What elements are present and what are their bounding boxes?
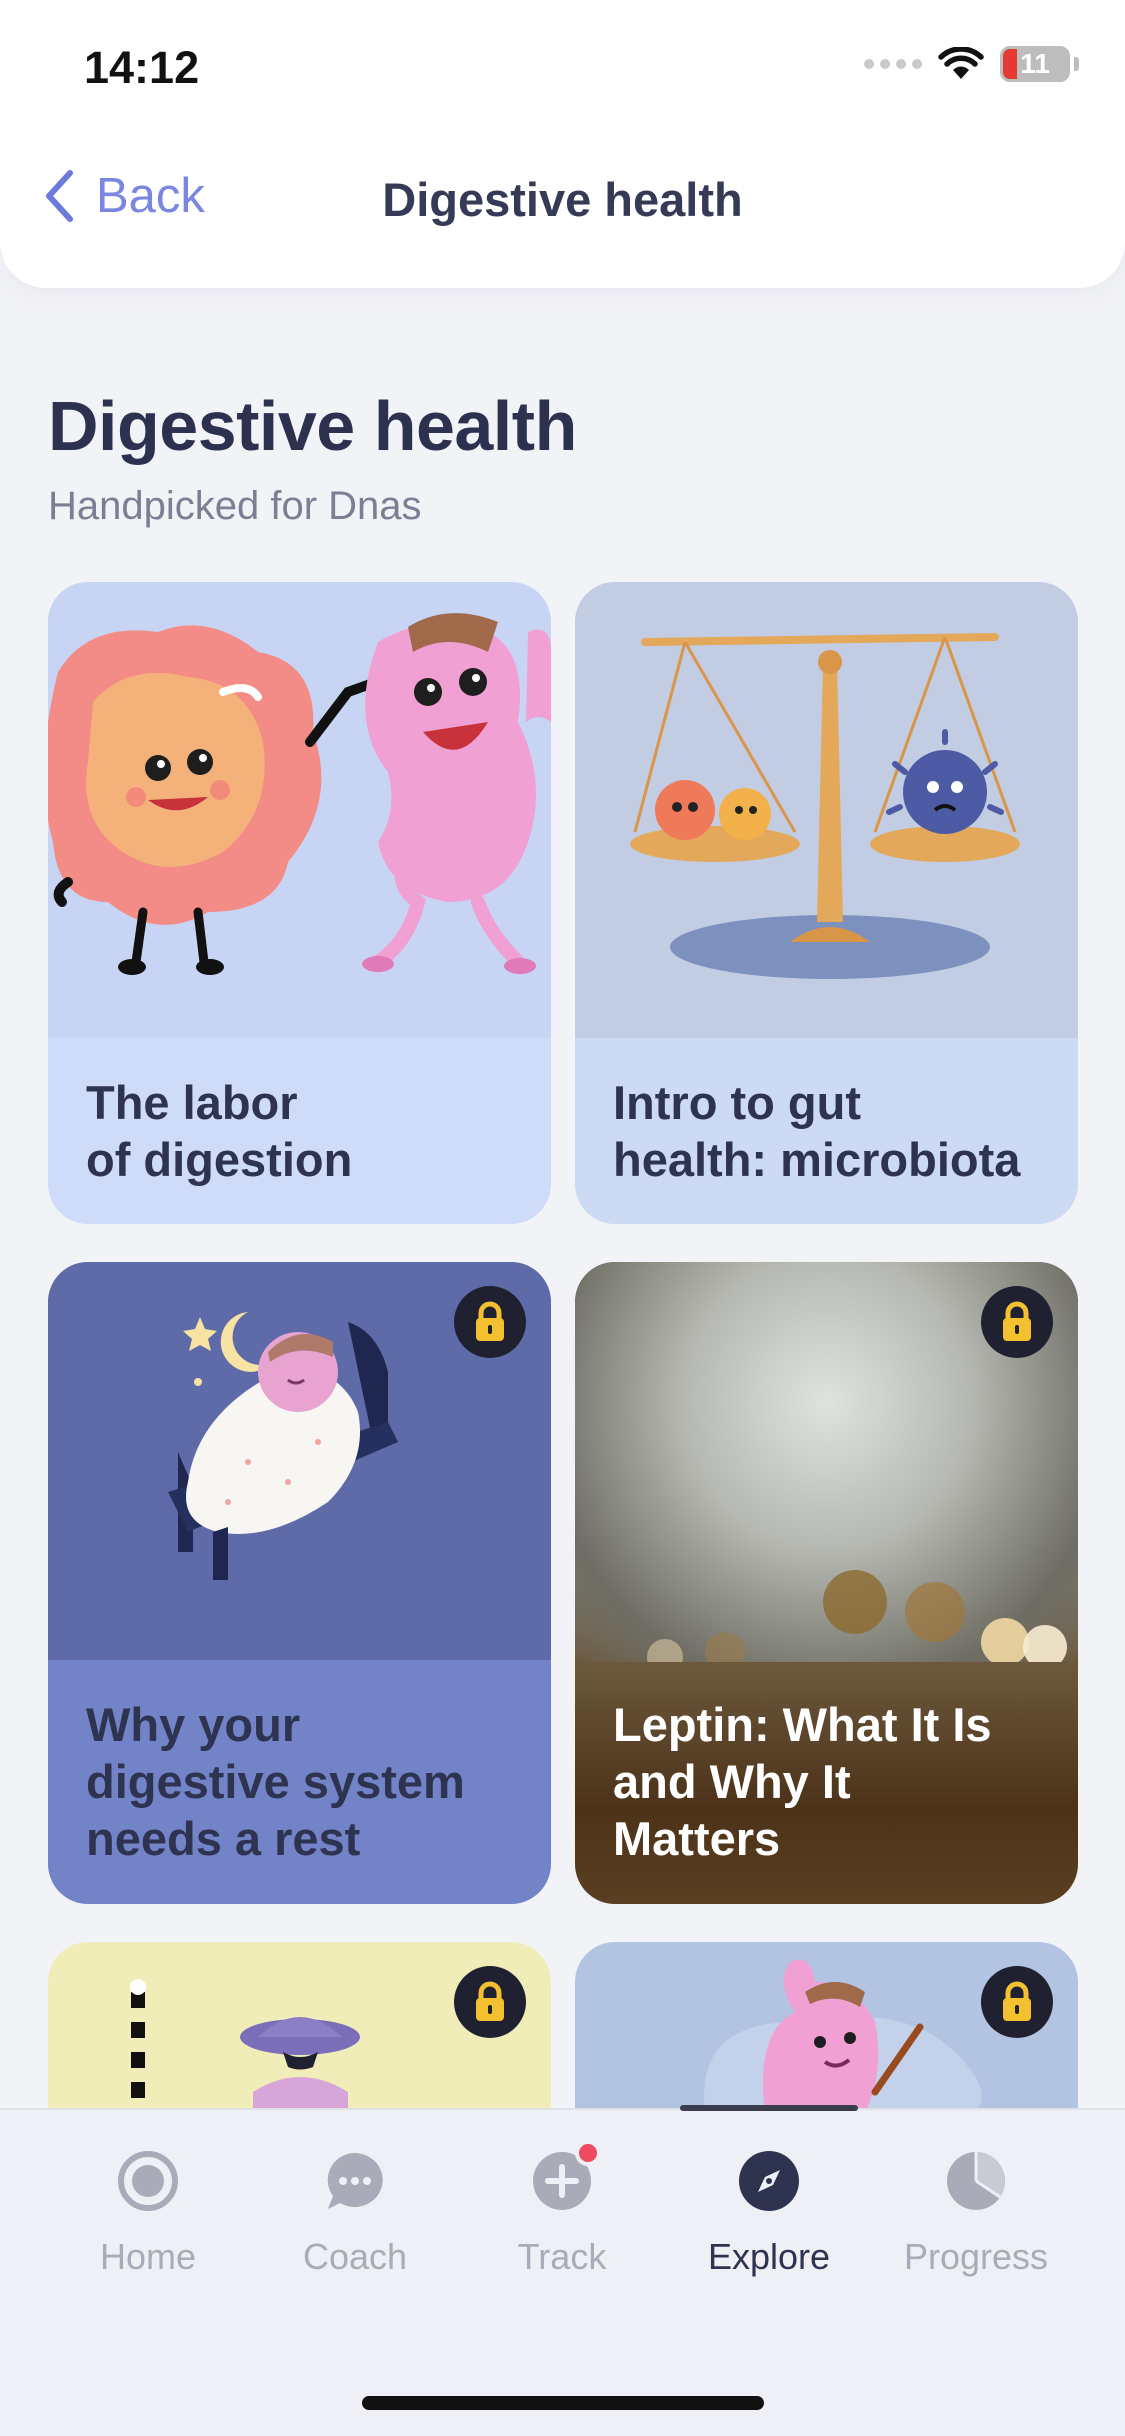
compass-icon	[738, 2150, 800, 2212]
notification-dot	[575, 2140, 601, 2166]
page-title: Digestive health	[48, 387, 577, 465]
tab-label: Track	[517, 2236, 607, 2277]
tab-label: Explore	[707, 2236, 831, 2277]
top-header: 14:12 11 Back Digestive health	[0, 0, 1125, 288]
tab-coach[interactable]: Coach	[255, 2150, 455, 2278]
lock-icon	[454, 1286, 526, 1358]
tab-track[interactable]: Track	[462, 2140, 662, 2278]
card-title: Leptin: What It Is and Why It Matters	[613, 1698, 992, 1865]
article-card-labor-of-digestion[interactable]: The labor of digestion	[48, 582, 551, 1224]
chat-bubble-icon	[324, 2150, 386, 2212]
tab-bar: Home Coach Track Explore Progress	[0, 2108, 1125, 2436]
nav-title: Digestive health	[382, 173, 743, 226]
tab-label: Home	[99, 2236, 197, 2277]
pie-chart-icon	[945, 2150, 1007, 2212]
balance-scale-microbes-illustration	[575, 582, 1078, 1038]
article-card-intro-gut-health[interactable]: Intro to gut health: microbiota	[575, 582, 1078, 1224]
home-icon	[117, 2150, 179, 2212]
wifi-icon	[938, 47, 984, 81]
status-icons: 11	[864, 46, 1079, 82]
card-title: Intro to gut health: microbiota	[613, 1076, 1021, 1186]
scroll-indicator	[680, 2105, 858, 2111]
tab-label: Coach	[302, 2236, 408, 2277]
card-title: Why your digestive system needs a rest	[86, 1698, 465, 1865]
home-indicator	[362, 2396, 764, 2410]
plus-icon	[531, 2140, 601, 2212]
tab-label: Progress	[903, 2236, 1049, 2277]
article-card-digestive-rest[interactable]: Why your digestive system needs a rest	[48, 1262, 551, 1904]
card-title: The labor of digestion	[86, 1076, 353, 1186]
intestine-stomach-illustration	[48, 582, 551, 1038]
tab-progress[interactable]: Progress	[876, 2150, 1076, 2278]
cellular-signal-icon	[864, 59, 922, 69]
lock-icon	[454, 1966, 526, 2038]
page-subtitle: Handpicked for Dnas	[48, 484, 422, 528]
tab-explore[interactable]: Explore	[669, 2150, 869, 2278]
lock-icon	[981, 1966, 1053, 2038]
status-time: 14:12	[84, 42, 200, 93]
battery-icon: 11	[1000, 46, 1070, 82]
battery-level: 11	[1020, 48, 1050, 79]
tab-home[interactable]: Home	[48, 2150, 248, 2278]
article-card-leptin[interactable]: Leptin: What It Is and Why It Matters	[575, 1262, 1078, 1904]
lock-icon	[981, 1286, 1053, 1358]
